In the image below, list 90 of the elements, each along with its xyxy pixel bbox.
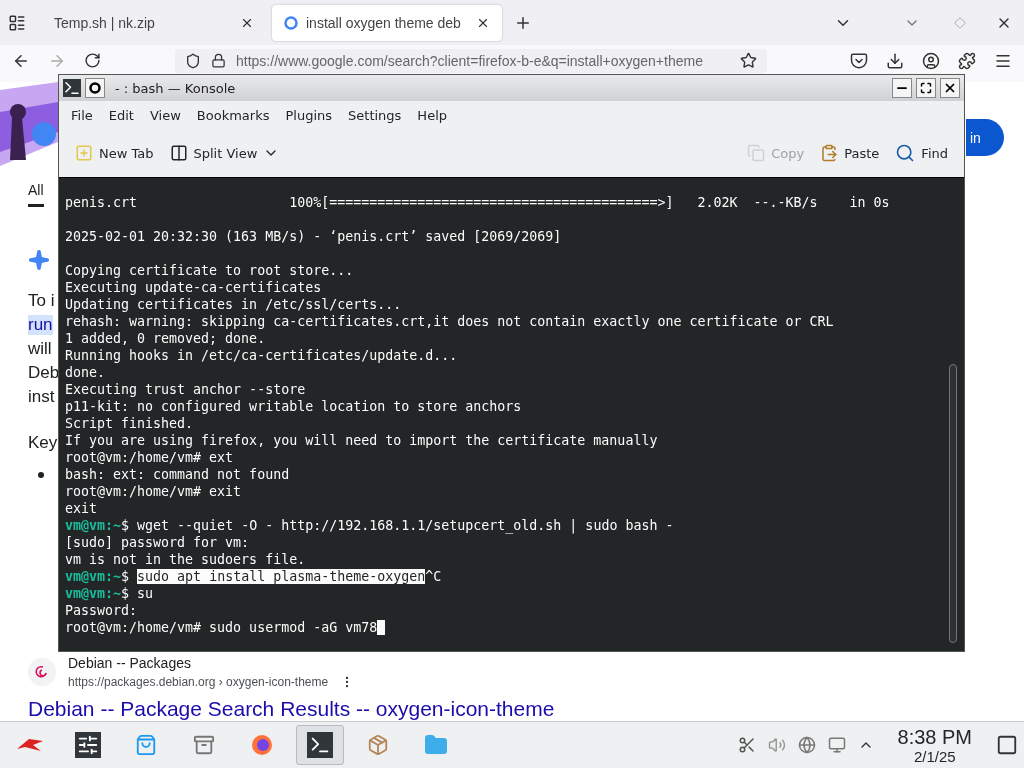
snippet-text: inst <box>28 387 55 407</box>
minimize-button[interactable] <box>892 78 912 98</box>
toolbar-button[interactable]: Split View <box>163 140 286 166</box>
scrollbar-thumb[interactable] <box>949 364 957 643</box>
terminal-icon <box>63 79 81 97</box>
terminal-line: Updating certificates in /etc/ssl/certs... <box>65 296 403 313</box>
browser-tab[interactable]: Temp.sh | nk.zip <box>42 4 266 41</box>
terminal-line: [sudo] password for vm: <box>65 534 251 551</box>
menu-item[interactable]: Settings <box>340 107 410 123</box>
snippet-text: Deb <box>28 363 60 383</box>
star-icon[interactable] <box>740 52 757 69</box>
scissors-icon[interactable] <box>737 736 756 754</box>
store-icon <box>135 734 157 756</box>
maximize-icon <box>920 82 932 94</box>
find-icon <box>895 143 916 163</box>
extensions-icon[interactable] <box>958 51 976 70</box>
window-title: - : bash — Konsole <box>115 80 237 96</box>
snippet-text: run <box>28 315 53 335</box>
download-icon[interactable] <box>886 51 904 70</box>
firefox-icon <box>251 734 273 756</box>
lock-icon[interactable] <box>211 53 226 68</box>
reload-icon[interactable] <box>84 52 101 69</box>
terminal-line: vm@vm:~$ su <box>65 585 155 602</box>
result-link[interactable]: Debian -- Package Search Results -- oxygen-icon-theme <box>28 697 555 721</box>
terminal-line: root@vm:/home/vm# sudo usermod -aG vm78 <box>65 619 948 636</box>
archive-icon <box>193 734 215 756</box>
terminal-line: root@vm:/home/vm# ext <box>65 449 235 466</box>
snippet-text: will <box>28 339 52 359</box>
result-url: https://packages.debian.org › oxygen-icon-theme <box>68 675 329 689</box>
menu-item[interactable]: Edit <box>100 107 142 123</box>
terminal-line: Script finished. <box>65 415 195 432</box>
pin-icon <box>89 82 101 94</box>
close-icon <box>943 81 957 95</box>
show-desktop-icon[interactable] <box>996 734 1018 756</box>
new-tab-icon <box>75 144 93 162</box>
result-site: Debian -- Packages <box>68 655 191 671</box>
terminal-line: Executing trust anchor --store <box>65 381 307 398</box>
globe-icon[interactable] <box>797 736 816 754</box>
heading: Key <box>28 433 58 453</box>
terminal-line: bash: ext: command not found <box>65 466 291 483</box>
filter-tab[interactable]: All <box>28 182 44 207</box>
terminal-icon <box>307 732 333 758</box>
paste-icon <box>820 144 839 162</box>
terminal-line: p11-kit: no configured writable location to store anchors <box>65 398 523 415</box>
terminal[interactable] <box>59 177 964 651</box>
debian-icon <box>28 658 56 686</box>
terminal-line: vm@vm:~$ wget --quiet -O - http://192.168.1.1/setupcert_old.sh | sudo bash - <box>65 517 675 534</box>
split-icon <box>169 144 188 162</box>
terminal-line: rehash: warning: skipping ca-certificates.crt,it does not contain exactly one certificate or CRL <box>65 313 835 330</box>
terminal-line: done. <box>65 364 107 381</box>
pin-button[interactable] <box>85 78 105 98</box>
terminal-line: Password: <box>65 602 139 619</box>
url-field[interactable]: https://www.google.com/search?client=firefox-b-e&q=install+oxygen+theme <box>175 48 767 73</box>
pocket-icon[interactable] <box>850 51 868 70</box>
terminal-line: vm@vm:~$ sudo apt install plasma-theme-oxygen^C <box>65 568 443 585</box>
toolbar-button[interactable]: Paste <box>814 140 886 166</box>
terminal-line: vm is not in the sudoers file. <box>65 551 307 568</box>
terminal-line: Copying certificate to root store... <box>65 262 355 279</box>
terminal-line: Running hooks in /etc/ca-certificates/update.d... <box>65 347 459 364</box>
terminal-line: 2025-02-01 20:32:30 (163 MB/s) - ‘penis.crt’ saved [2069/2069] <box>65 228 563 245</box>
taskbar-app[interactable] <box>296 725 344 765</box>
browser-tab[interactable]: install oxygen theme deb <box>272 4 502 41</box>
toolbar-button[interactable]: Find <box>889 139 954 167</box>
terminal-line: root@vm:/home/vm# exit <box>65 483 243 500</box>
monitor-icon[interactable] <box>827 736 846 754</box>
menu-item[interactable]: File <box>63 107 101 123</box>
maximize-button[interactable] <box>916 78 936 98</box>
clock[interactable]: 8:38 PM 2/1/25 <box>897 725 972 765</box>
menu-item[interactable]: Plugins <box>277 107 341 123</box>
close-button[interactable] <box>940 78 960 98</box>
account-icon[interactable] <box>922 51 940 70</box>
terminal-line: penis.crt 100%[=========================================>] 2.02K --.-KB/s in 0s <box>65 194 891 211</box>
menu-item[interactable]: Bookmarks <box>188 107 278 123</box>
bullet-icon <box>38 472 44 478</box>
copy-icon <box>747 144 766 162</box>
package-icon <box>367 734 389 756</box>
terminal-line: 1 added, 0 removed; done. <box>65 330 267 347</box>
menu-item[interactable]: Help <box>409 107 455 123</box>
tab-list-icon[interactable] <box>8 13 26 32</box>
shield-icon[interactable] <box>185 52 201 69</box>
terminal-line: exit <box>65 500 99 517</box>
terminal-line: If you are using firefox, you will need to import the certificate manually <box>65 432 659 449</box>
sign-in-button[interactable]: in <box>966 119 1004 156</box>
menu-item[interactable]: View <box>141 107 189 123</box>
sparkle-icon <box>28 249 50 271</box>
settings-icon <box>75 732 101 758</box>
folder-icon <box>424 733 448 757</box>
terminal-line: Executing update-ca-certificates <box>65 279 323 296</box>
toolbar-button[interactable]: New Tab <box>69 140 160 166</box>
snippet-text: To i <box>28 291 55 311</box>
